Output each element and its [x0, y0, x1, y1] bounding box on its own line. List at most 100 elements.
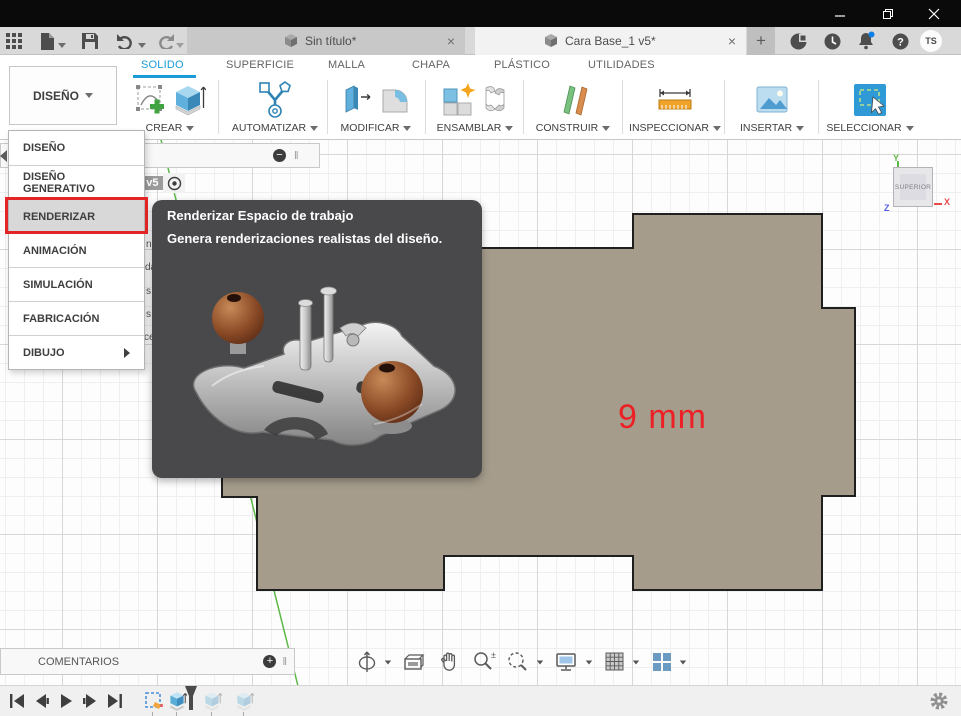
- display-settings-icon[interactable]: [555, 651, 579, 673]
- panel-drag-handle[interactable]: ‖: [294, 150, 300, 162]
- extrude-icon[interactable]: [172, 82, 206, 118]
- skip-end-icon[interactable]: [106, 693, 124, 709]
- redo-caret-icon[interactable]: [176, 36, 184, 54]
- extrude-feature-icon-ghost[interactable]: [202, 690, 222, 712]
- browser-collapse-arrow-icon[interactable]: [0, 150, 7, 162]
- group-label-inspeccionar[interactable]: INSPECCIONAR: [628, 122, 722, 134]
- group-label-construir[interactable]: CONSTRUIR: [528, 122, 618, 134]
- menu-item-animacion[interactable]: ANIMACIÓN: [9, 233, 144, 267]
- save-icon[interactable]: [82, 32, 98, 50]
- gear-icon[interactable]: [930, 692, 948, 710]
- collapse-panel-icon[interactable]: −: [273, 149, 286, 162]
- measure-icon[interactable]: [655, 83, 695, 117]
- chevron-down-icon: [905, 125, 914, 131]
- chevron-down-icon: [602, 125, 611, 131]
- clock-icon[interactable]: [821, 30, 843, 52]
- grid-settings-caret-icon[interactable]: [632, 660, 640, 664]
- new-tab-button[interactable]: +: [747, 27, 775, 55]
- group-label-ensamblar[interactable]: ENSAMBLAR: [430, 122, 520, 134]
- ribbon-separator: [425, 80, 426, 134]
- add-comment-icon[interactable]: +: [263, 655, 277, 668]
- document-tab-active[interactable]: Cara Base_1 v5* ×: [475, 27, 746, 55]
- group-automatizar: AUTOMATIZAR: [226, 80, 324, 135]
- group-label-seleccionar[interactable]: SELECCIONAR: [822, 122, 918, 134]
- automate-icon[interactable]: [256, 80, 294, 120]
- viewports-caret-icon[interactable]: [679, 660, 687, 664]
- tab-plastico[interactable]: PLÁSTICO: [494, 59, 550, 71]
- zoom-icon[interactable]: ±: [472, 650, 496, 674]
- extensions-icon[interactable]: [787, 30, 809, 52]
- restore-icon[interactable]: [874, 4, 902, 23]
- timeline-tick: [211, 712, 212, 716]
- play-icon[interactable]: [58, 693, 74, 709]
- workspace-switcher-button[interactable]: DISEÑO: [9, 66, 117, 125]
- group-label-automatizar[interactable]: AUTOMATIZAR: [226, 122, 324, 134]
- step-forward-icon[interactable]: [81, 693, 99, 709]
- file-icon[interactable]: [40, 32, 55, 50]
- tab-utilidades[interactable]: UTILIDADES: [588, 59, 655, 71]
- avatar[interactable]: TS: [920, 30, 942, 52]
- chevron-down-icon: [310, 125, 319, 131]
- axis-z-label: Z: [884, 203, 890, 213]
- ribbon-separator: [327, 80, 328, 134]
- zoom-window-icon[interactable]: [506, 650, 530, 674]
- ribbon-separator: [523, 80, 524, 134]
- select-icon[interactable]: [852, 82, 888, 118]
- orbit-icon[interactable]: [356, 650, 378, 674]
- chevron-down-icon: [796, 125, 805, 131]
- joint-icon[interactable]: [481, 82, 509, 118]
- panel-drag-handle[interactable]: ‖: [282, 656, 288, 668]
- chevron-down-icon: [85, 93, 93, 98]
- menu-item-dibujo[interactable]: DIBUJO: [9, 335, 144, 369]
- sketch-feature-icon[interactable]: [144, 691, 164, 713]
- redo-icon[interactable]: [156, 32, 175, 50]
- file-menu-caret-icon[interactable]: [58, 36, 66, 54]
- orbit-caret-icon[interactable]: [384, 660, 392, 664]
- press-pull-icon[interactable]: [341, 82, 373, 118]
- close-icon[interactable]: [920, 4, 948, 23]
- menu-item-diseno-generativo[interactable]: DISEÑO GENERATIVO: [9, 165, 144, 199]
- group-label-modificar[interactable]: MODIFICAR: [331, 122, 421, 134]
- axis-x-label: X: [944, 197, 951, 207]
- dimension-label[interactable]: 9 mm: [618, 398, 707, 437]
- fillet-icon[interactable]: [377, 82, 411, 118]
- tab-chapa[interactable]: CHAPA: [412, 59, 450, 71]
- extrude-feature-icon-ghost[interactable]: [234, 690, 254, 712]
- grid-settings-icon[interactable]: [604, 651, 626, 673]
- navigation-toolbar: ±: [356, 648, 687, 676]
- construct-plane-icon[interactable]: [556, 82, 590, 118]
- look-at-icon[interactable]: [402, 651, 426, 673]
- group-label-insertar[interactable]: INSERTAR: [729, 122, 815, 134]
- step-back-icon[interactable]: [33, 693, 51, 709]
- undo-icon[interactable]: [116, 32, 135, 50]
- document-tab-inactive[interactable]: Sin título* ×: [187, 27, 465, 55]
- skip-start-icon[interactable]: [8, 693, 26, 709]
- tab-close-icon[interactable]: ×: [437, 33, 465, 49]
- help-icon[interactable]: ?: [889, 30, 911, 52]
- pan-icon[interactable]: [438, 650, 460, 674]
- tab-malla[interactable]: MALLA: [328, 59, 365, 71]
- origin-radio-icon[interactable]: [163, 173, 185, 193]
- tab-close-icon[interactable]: ×: [718, 33, 746, 49]
- ribbon-separator: [724, 80, 725, 134]
- insert-image-icon[interactable]: [755, 85, 789, 115]
- create-sketch-icon[interactable]: [134, 82, 168, 118]
- timeline-playhead[interactable]: [184, 686, 198, 714]
- notifications-icon[interactable]: [855, 30, 877, 52]
- app-grid-icon[interactable]: [6, 32, 23, 50]
- menu-item-fabricacion[interactable]: FABRICACIÓN: [9, 301, 144, 335]
- undo-caret-icon[interactable]: [138, 36, 146, 54]
- menu-item-simulacion[interactable]: SIMULACIÓN: [9, 267, 144, 301]
- zoom-window-caret-icon[interactable]: [536, 660, 544, 664]
- minimize-icon[interactable]: [826, 4, 854, 23]
- comments-panel-header[interactable]: COMENTARIOS + ‖: [0, 648, 295, 675]
- viewcube[interactable]: SUPERIOR: [893, 167, 933, 207]
- viewcube-face-label: SUPERIOR: [894, 183, 932, 191]
- display-settings-caret-icon[interactable]: [585, 660, 593, 664]
- new-component-icon[interactable]: [441, 82, 477, 118]
- tab-solido[interactable]: SOLIDO: [141, 59, 184, 71]
- group-seleccionar: SELECCIONAR: [822, 80, 918, 135]
- menu-item-diseno[interactable]: DISEÑO: [9, 131, 144, 165]
- tab-superficie[interactable]: SUPERFICIE: [226, 59, 294, 71]
- viewports-icon[interactable]: [651, 651, 673, 673]
